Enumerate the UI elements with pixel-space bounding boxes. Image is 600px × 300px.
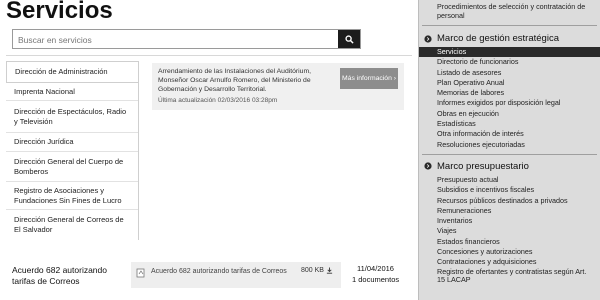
document-download[interactable]: Acuerdo 682 autorizando tarifas de Corre… [131, 262, 341, 288]
search-icon [344, 34, 354, 44]
subnav-item-espectaculos[interactable]: Dirección de Espectáculos, Radio y Telev… [6, 101, 138, 133]
service-description: Arrendamiento de las Instalaciones del A… [158, 68, 312, 93]
sidebar-link-plan-operativo[interactable]: Plan Operativo Anual [419, 78, 600, 88]
subnav-item-administracion[interactable]: Dirección de Administración [6, 61, 138, 83]
sidebar-section-heading: Marco de gestión estratégica [437, 33, 559, 44]
sidebar-link-procedimientos[interactable]: Procedimientos de selección y contrataci… [419, 2, 600, 20]
search-button[interactable] [338, 30, 360, 48]
search-input[interactable] [13, 31, 341, 49]
sidebar-link-viajes[interactable]: Viajes [419, 226, 600, 236]
last-updated: Última actualización 02/03/2016 03:28pm [158, 97, 278, 104]
download-icon [326, 267, 333, 274]
services-subnav: Dirección de Administración Imprenta Nac… [6, 61, 139, 240]
subnav-item-asociaciones[interactable]: Registro de Asociaciones y Fundaciones S… [6, 182, 138, 210]
sidebar-link-subsidios[interactable]: Subsidios e incentivos fiscales [419, 185, 600, 195]
document-size: 800 KB [301, 267, 333, 274]
sidebar-link-estadisticas[interactable]: Estadísticas [419, 119, 600, 129]
document-icon [136, 268, 145, 278]
subnav-item-imprenta[interactable]: Imprenta Nacional [6, 83, 138, 101]
document-count: 1 documentos [352, 275, 400, 284]
sidebar-link-concesiones[interactable]: Concesiones y autorizaciones [419, 247, 600, 257]
sidebar-link-remuneraciones[interactable]: Remuneraciones [419, 206, 600, 216]
search-bar [12, 29, 361, 49]
sidebar-link-asesores[interactable]: Listado de asesores [419, 68, 600, 78]
circle-arrow-icon [424, 34, 432, 43]
subnav-item-juridica[interactable]: Dirección Jurídica [6, 133, 138, 152]
sidebar-link-resoluciones[interactable]: Resoluciones ejecutoriadas [419, 140, 600, 150]
sidebar-link-servicios[interactable]: Servicios [419, 47, 600, 58]
sidebar-section-heading: Marco presupuestario [437, 160, 529, 172]
main-content: Servicios Dirección de Administración Im… [0, 0, 418, 300]
sidebar-link-recursos[interactable]: Recursos públicos destinados a privados [419, 196, 600, 206]
sidebar-link-presupuesto[interactable]: Presupuesto actual [419, 175, 600, 185]
sidebar-link-estados[interactable]: Estados financieros [419, 237, 600, 247]
sidebar-link-directorio[interactable]: Directorio de funcionarios [419, 57, 600, 67]
document-title: Acuerdo 682 autorizando tarifas de Corre… [12, 265, 107, 286]
sidebar-link-registro-ofertantes[interactable]: Registro de ofertantes y contratistas se… [419, 267, 600, 284]
page-title: Servicios [6, 0, 113, 24]
sidebar-link-inventarios[interactable]: Inventarios [419, 216, 600, 226]
subnav-item-bomberos[interactable]: Dirección General del Cuerpo de Bomberos [6, 152, 138, 182]
circle-arrow-icon [424, 162, 432, 171]
more-info-button[interactable]: Más información › [340, 68, 398, 89]
sidebar-link-informes[interactable]: Informes exigidos por disposición legal [419, 98, 600, 108]
sidebar-link-otra-informacion[interactable]: Otra información de interés [419, 129, 600, 139]
sidebar-link-memorias[interactable]: Memorias de labores [419, 88, 600, 98]
sidebar-section-presupuestario[interactable]: Marco presupuestario [419, 158, 600, 175]
divider [6, 55, 412, 56]
sidebar: Procedimientos de selección y contrataci… [418, 0, 600, 300]
sidebar-link-obras[interactable]: Obras en ejecución [419, 109, 600, 119]
document-name: Acuerdo 682 autorizando tarifas de Corre… [151, 268, 287, 275]
sidebar-section-gestion[interactable]: Marco de gestión estratégica [419, 30, 600, 47]
subnav-item-correos[interactable]: Dirección General de Correos de El Salva… [6, 210, 138, 240]
document-date: 11/04/2016 [357, 264, 394, 273]
service-card: Arrendamiento de las Instalaciones del A… [152, 63, 404, 110]
document-size-label: 800 KB [301, 267, 324, 274]
